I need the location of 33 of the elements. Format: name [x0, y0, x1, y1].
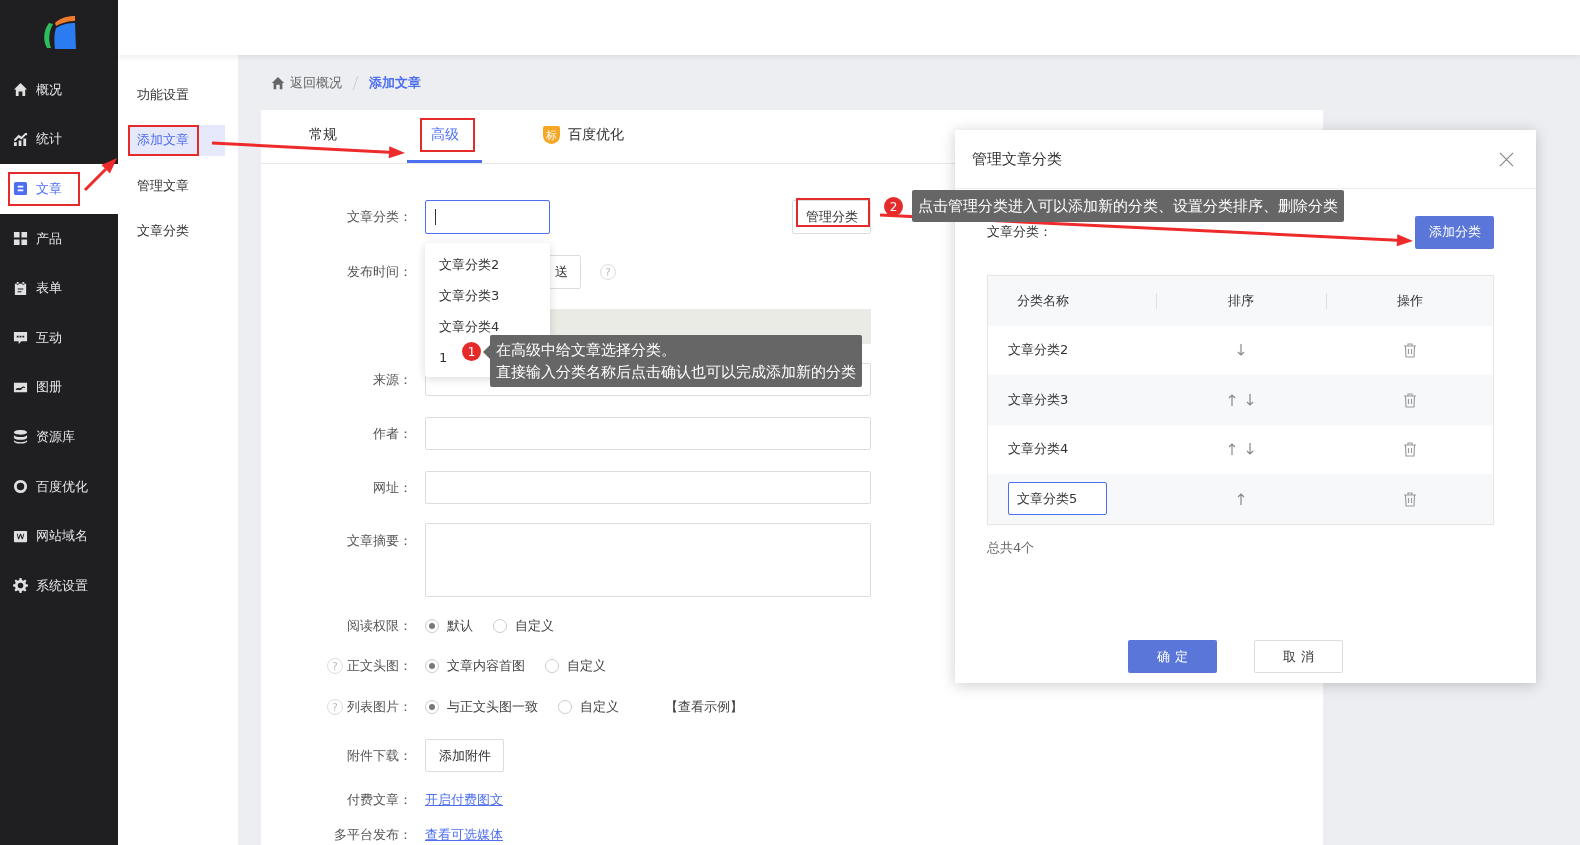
dialog-title: 管理文章分类 [972, 149, 1062, 169]
radio-label: 自定义 [580, 698, 619, 716]
field-label: 阅读权限： [347, 617, 412, 635]
column-header: 操作 [1396, 291, 1423, 310]
field-label: 付费文章： [347, 791, 412, 809]
radio-label: 与正文头图一致 [447, 698, 538, 716]
radio-label: 自定义 [515, 617, 554, 635]
table-cell: 文章分类2 [1008, 341, 1069, 360]
field-label: 附件下载： [347, 746, 412, 765]
radio-label: 默认 [447, 617, 473, 635]
table-cell: 文章分类4 [1008, 440, 1069, 459]
radio-label: 文章内容首图 [447, 657, 525, 675]
field-label: 来源： [373, 370, 412, 389]
column-header: 排序 [1228, 291, 1254, 310]
field-label: 发布时间： [347, 263, 412, 281]
breadcrumb-current: 添加文章 [369, 73, 421, 92]
table-cell: 文章分类3 [1008, 390, 1069, 409]
field-label: 作者： [373, 424, 412, 443]
column-header: 分类名称 [1017, 291, 1069, 310]
radio-label: 自定义 [567, 657, 606, 675]
tooltip-text: 直接输入分类名称后点击确认也可以完成添加新的分类 [496, 362, 856, 383]
tooltip-text: 在高级中给文章选择分类。 [496, 340, 677, 361]
field-label: 正文头图： [347, 657, 412, 675]
tooltip-text: 点击管理分类进入可以添加新的分类、设置分类排序、删除分类 [918, 196, 1338, 217]
field-label: 文章分类： [987, 223, 1052, 241]
shield-badge: 标 [543, 126, 560, 144]
field-label: 网址： [373, 478, 412, 497]
field-label: 文章分类： [347, 208, 412, 226]
field-label: 多平台发布： [334, 826, 412, 844]
total-count: 总共4个 [987, 538, 1036, 557]
field-label: 文章摘要： [347, 532, 412, 550]
field-label: 列表图片： [347, 698, 412, 716]
tab-label: 百度优化 [568, 126, 624, 144]
